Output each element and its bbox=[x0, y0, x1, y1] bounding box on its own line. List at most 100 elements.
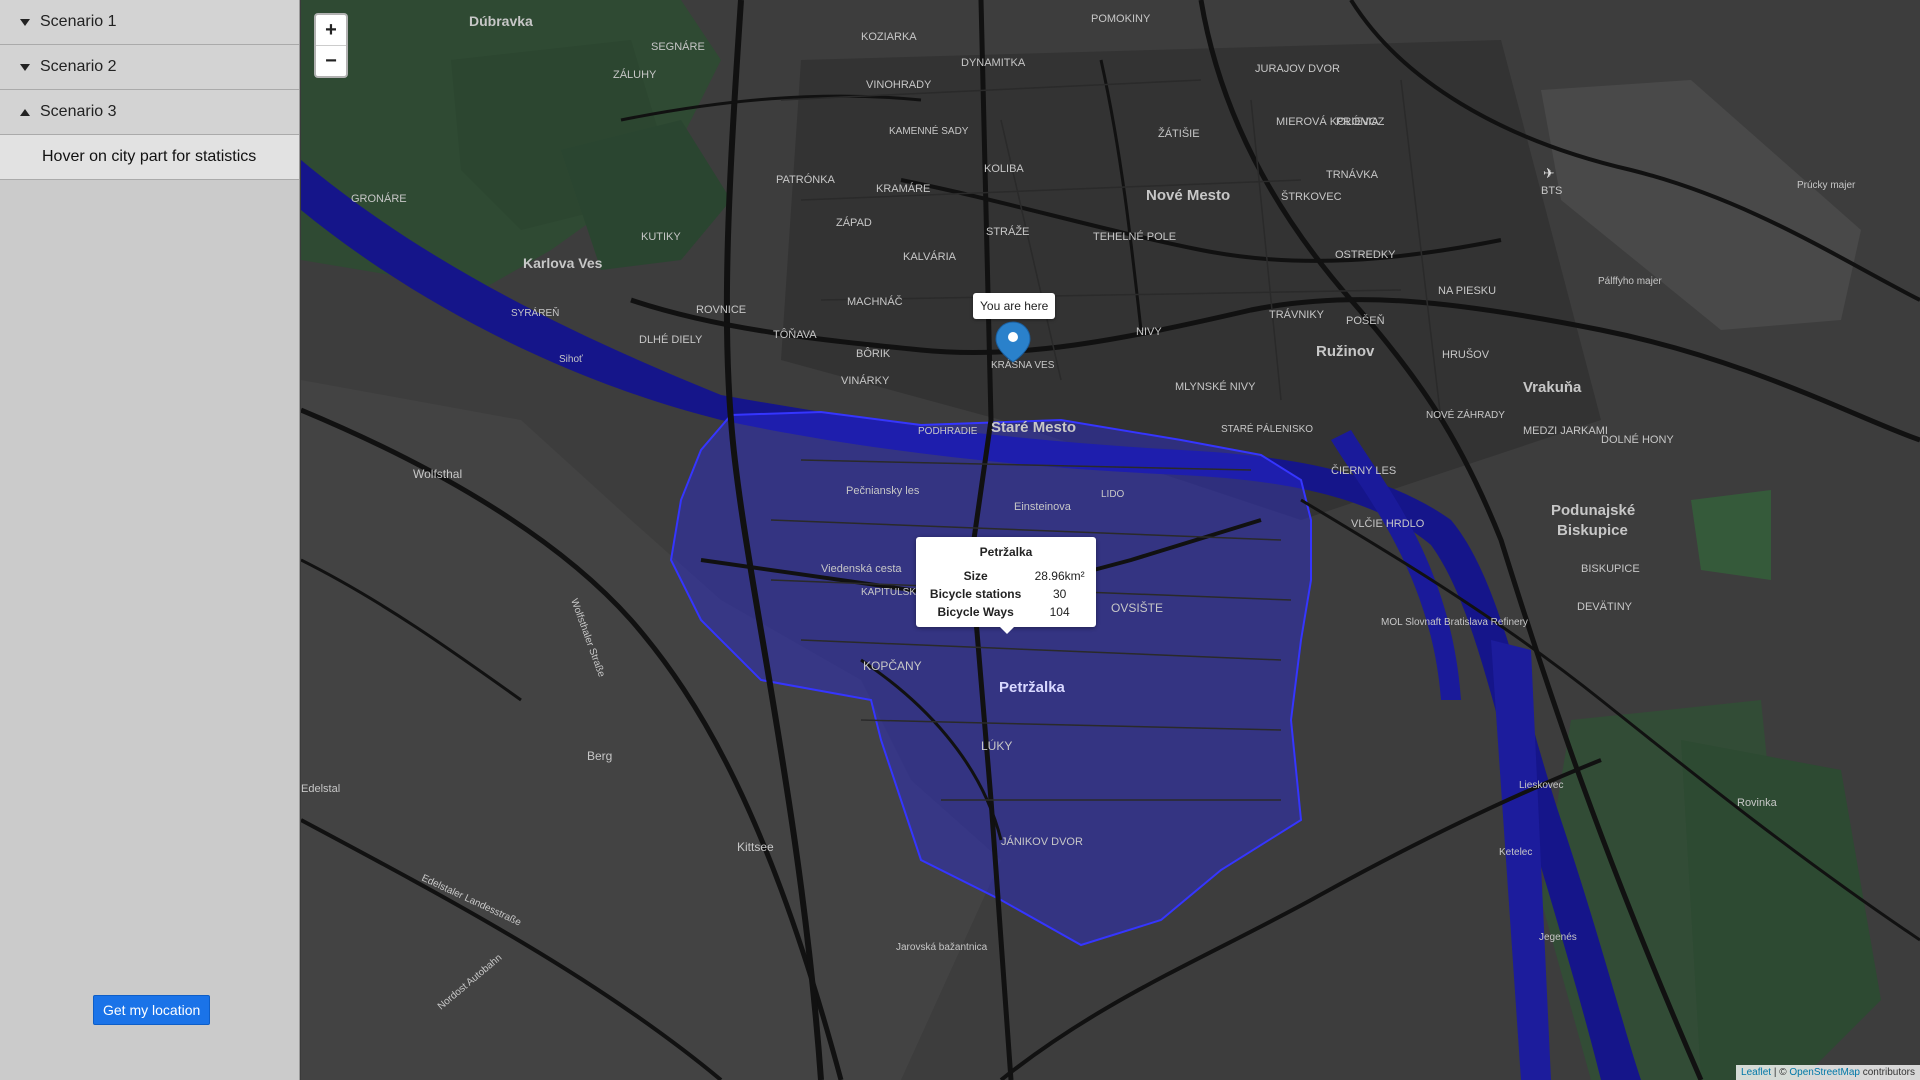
map-label: Pálffyho majer bbox=[1598, 276, 1662, 287]
map-label: KUTIKY bbox=[641, 231, 681, 243]
map-label: ŠTRKOVEC bbox=[1281, 190, 1342, 203]
get-location-button[interactable]: Get my location bbox=[93, 995, 211, 1025]
scenario-2-label: Scenario 2 bbox=[40, 58, 117, 75]
map-label: Vrakuňa bbox=[1523, 379, 1582, 396]
map-label: NA PIESKU bbox=[1438, 285, 1496, 297]
map-label: POŠEŇ bbox=[1346, 314, 1385, 327]
map-label: NOVÉ ZÁHRADY bbox=[1426, 408, 1505, 421]
map-label: TÔŇAVA bbox=[773, 328, 817, 341]
map-label: Jegenés bbox=[1539, 932, 1577, 943]
map-label: Podunajské bbox=[1551, 502, 1635, 519]
map-label: Biskupice bbox=[1557, 522, 1628, 539]
map-label: DYNAMITKA bbox=[961, 57, 1026, 69]
stat-key: Bicycle Ways bbox=[937, 605, 1014, 619]
zoom-in-button[interactable]: + bbox=[316, 15, 346, 45]
map-label: LÚKY bbox=[981, 738, 1012, 753]
map-label: ČIERNY LES bbox=[1331, 464, 1396, 477]
popup-title: Petržalka bbox=[979, 545, 1033, 559]
map-label: MEDZI JARKAMI bbox=[1523, 425, 1608, 437]
sidebar: Scenario 1 Scenario 2 Scenario 3 Hover o… bbox=[0, 0, 300, 1080]
map-label: KOPČANY bbox=[863, 658, 922, 673]
map-label: Nové Mesto bbox=[1146, 187, 1230, 204]
map-label: KRÁSNA VES bbox=[991, 358, 1055, 371]
scenario-3-body: Hover on city part for statistics bbox=[0, 135, 299, 180]
map-label: JURAJOV DVOR bbox=[1255, 63, 1340, 75]
airport-icon: ✈ bbox=[1543, 165, 1555, 181]
map-label: Sihoť bbox=[559, 354, 583, 365]
map-label: Pečniansky les bbox=[846, 485, 920, 497]
map-label: Wolfsthal bbox=[413, 467, 462, 481]
osm-link[interactable]: OpenStreetMap bbox=[1789, 1067, 1860, 1078]
map-label: KOZIARKA bbox=[861, 31, 917, 43]
map-label: Rovinka bbox=[1737, 797, 1778, 809]
table-row: Size 28.96km² bbox=[922, 567, 1090, 585]
map-label: DOLNÉ HONY bbox=[1601, 433, 1674, 446]
map-label: ROVNICE bbox=[696, 304, 746, 316]
map-label: PATRÓNKA bbox=[776, 173, 836, 186]
map-label: Petržalka bbox=[999, 679, 1066, 696]
map-label: GRONÁRE bbox=[351, 192, 407, 205]
map-label: VLČIE HRDLO bbox=[1351, 517, 1425, 530]
map-label: LIDO bbox=[1101, 489, 1125, 500]
map-label: NIVY bbox=[1136, 326, 1162, 338]
map-label: Berg bbox=[587, 749, 612, 763]
map-label: Ketelec bbox=[1499, 847, 1532, 858]
map-label: Viedenská cesta bbox=[821, 563, 902, 575]
map-label: SEGNÁRE bbox=[651, 40, 705, 53]
map-label: STRÁŽE bbox=[986, 225, 1029, 238]
zoom-out-button[interactable]: − bbox=[316, 45, 346, 76]
map-label: BISKUPICE bbox=[1581, 563, 1640, 575]
map-tiles: Dúbravka SEGNÁRE ZÁLUHY KOZIARKA VINOHRA… bbox=[301, 0, 1920, 1080]
scenario-3-header[interactable]: Scenario 3 bbox=[0, 90, 299, 135]
attribution-suffix: contributors bbox=[1859, 1067, 1915, 1078]
you-are-here-tooltip: You are here bbox=[973, 293, 1056, 319]
map-label: TEHELNÉ POLE bbox=[1093, 230, 1176, 243]
zoom-control: + − bbox=[314, 13, 348, 78]
map-label: Edelstal bbox=[301, 783, 340, 795]
map-label: MLYNSKÉ NIVY bbox=[1175, 380, 1256, 393]
map-label: Lieskovec bbox=[1519, 780, 1563, 791]
district-stats-popup: Petržalka Size 28.96km² Bicycle stations… bbox=[916, 537, 1096, 634]
scenario-1-header[interactable]: Scenario 1 bbox=[0, 0, 299, 45]
map-label: MIEROVÁ KOLÓNIA bbox=[1276, 115, 1379, 128]
scenario-2-header[interactable]: Scenario 2 bbox=[0, 45, 299, 90]
map-label: SYRÁREŇ bbox=[511, 306, 559, 319]
table-row: Bicycle Ways 104 bbox=[922, 603, 1090, 621]
map-label: KALVÁRIA bbox=[903, 250, 957, 263]
map-label: Jarovská bažantnica bbox=[896, 942, 988, 953]
map-label: DEVÄTINY bbox=[1577, 601, 1633, 613]
map-label: Kittsee bbox=[737, 840, 774, 854]
map-label: BTS bbox=[1541, 185, 1562, 197]
table-row: Bicycle stations 30 bbox=[922, 585, 1090, 603]
map-label: Prúcky majer bbox=[1797, 180, 1856, 191]
map-label: OVSIŠTE bbox=[1111, 600, 1163, 615]
map-label: Staré Mesto bbox=[991, 419, 1076, 436]
map-label: VINOHRADY bbox=[866, 79, 932, 91]
map-label: ZÁLUHY bbox=[613, 68, 657, 81]
map-label: VINÁRKY bbox=[841, 374, 890, 387]
map-label: MACHNÁČ bbox=[847, 295, 903, 308]
stat-value: 30 bbox=[1052, 587, 1067, 601]
map-label: Ružinov bbox=[1316, 343, 1375, 360]
map[interactable]: Dúbravka SEGNÁRE ZÁLUHY KOZIARKA VINOHRA… bbox=[301, 0, 1920, 1080]
map-label: STARÉ PÁLENISKO bbox=[1221, 422, 1313, 435]
map-label: TRNÁVKA bbox=[1326, 168, 1379, 181]
map-label: DLHÉ DIELY bbox=[639, 333, 703, 346]
map-label: POMOKINY bbox=[1091, 13, 1151, 25]
map-label: ZÁPAD bbox=[836, 216, 872, 229]
scenario-1-label: Scenario 1 bbox=[40, 13, 117, 30]
stats-table: Size 28.96km² Bicycle stations 30 Bicycl… bbox=[922, 567, 1090, 621]
map-label: KOLIBA bbox=[984, 163, 1024, 175]
map-label: Einsteinova bbox=[1014, 501, 1072, 513]
map-attribution: Leaflet | © OpenStreetMap contributors bbox=[1736, 1065, 1920, 1080]
map-label: KAMENNÉ SADY bbox=[889, 124, 969, 137]
stat-value: 28.96km² bbox=[1034, 569, 1085, 583]
stat-key: Bicycle stations bbox=[929, 587, 1022, 601]
map-label: ŽÁTIŠIE bbox=[1158, 127, 1200, 140]
attribution-separator: | © bbox=[1771, 1067, 1790, 1078]
map-label: KRAMÁRE bbox=[876, 182, 930, 195]
scenario-3-label: Scenario 3 bbox=[40, 103, 117, 120]
map-label: MOL Slovnaft Bratislava Refinery bbox=[1381, 617, 1528, 628]
leaflet-link[interactable]: Leaflet bbox=[1741, 1067, 1771, 1078]
map-label: TRÁVNIKY bbox=[1269, 308, 1325, 321]
